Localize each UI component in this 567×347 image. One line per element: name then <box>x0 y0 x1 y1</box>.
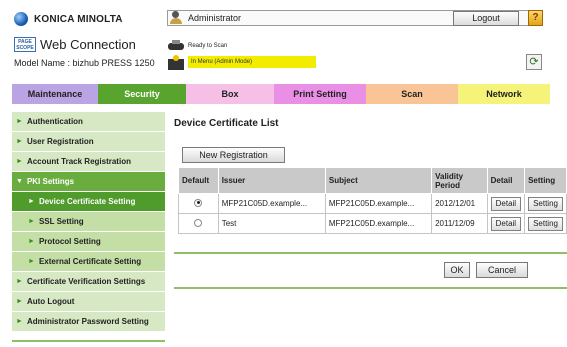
administrator-icon <box>170 11 184 25</box>
model-name: Model Name : bizhub PRESS 1250 <box>14 58 155 68</box>
setting-button[interactable]: Setting <box>528 196 563 211</box>
tab-print-setting[interactable]: Print Setting <box>274 84 366 104</box>
sidebar-item-label: External Certificate Setting <box>38 257 142 266</box>
sidebar-item-label: User Registration <box>26 137 94 146</box>
certificate-table: Default Issuer Subject Validity Period D… <box>178 167 567 234</box>
logout-button[interactable]: Logout <box>453 11 519 26</box>
setting-button[interactable]: Setting <box>528 216 563 231</box>
sidebar: ► Authentication ► User Registration ► A… <box>12 112 165 342</box>
sidebar-item-device-certificate-setting[interactable]: ► Device Certificate Setting <box>12 192 165 212</box>
chevron-right-icon: ► <box>16 158 23 165</box>
sidebar-item-pki-settings[interactable]: ▼ PKI Settings <box>12 172 165 192</box>
subject-cell: MFP21C05D.example... <box>324 193 433 214</box>
new-registration-button[interactable]: New Registration <box>182 147 285 163</box>
user-name: Administrator <box>188 13 242 23</box>
tab-box[interactable]: Box <box>186 84 274 104</box>
chevron-right-icon: ► <box>16 278 23 285</box>
column-header-default: Default <box>178 167 219 194</box>
table-row: MFP21C05D.example... MFP21C05D.example..… <box>178 193 567 214</box>
refresh-button[interactable]: ⟳ <box>526 54 542 70</box>
sidebar-item-user-registration[interactable]: ► User Registration <box>12 132 165 152</box>
sidebar-item-administrator-password-setting[interactable]: ► Administrator Password Setting <box>12 312 165 332</box>
column-header-detail: Detail <box>486 167 526 194</box>
tab-scan[interactable]: Scan <box>366 84 458 104</box>
tab-maintenance[interactable]: Maintenance <box>12 84 98 104</box>
chevron-right-icon: ► <box>16 298 23 305</box>
sidebar-item-label: Device Certificate Setting <box>38 197 136 206</box>
content-divider <box>174 252 567 254</box>
product-name: Web Connection <box>40 37 136 52</box>
sidebar-item-label: Administrator Password Setting <box>26 317 149 326</box>
scanner-status-text: Ready to Scan <box>188 43 228 49</box>
sidebar-item-external-certificate-setting[interactable]: ► External Certificate Setting <box>12 252 165 272</box>
validity-cell: 2012/12/01 <box>431 193 488 214</box>
setting-cell: Setting <box>524 193 567 214</box>
default-cell <box>178 213 219 234</box>
brand-name: KONICA MINOLTA <box>34 13 123 25</box>
detail-cell: Detail <box>486 193 526 214</box>
issuer-cell: Test <box>217 213 326 234</box>
printer-icon <box>168 40 184 52</box>
issuer-cell: MFP21C05D.example... <box>217 193 326 214</box>
column-header-subject: Subject <box>324 167 433 194</box>
mode-status-text: In Menu (Admin Mode) <box>188 56 316 68</box>
globe-icon <box>14 12 28 26</box>
mode-status: In Menu (Admin Mode) <box>168 54 316 70</box>
default-radio[interactable] <box>194 198 203 207</box>
chevron-right-icon: ► <box>28 238 35 245</box>
sidebar-item-certificate-verification-settings[interactable]: ► Certificate Verification Settings <box>12 272 165 292</box>
setting-cell: Setting <box>524 213 567 234</box>
column-header-issuer: Issuer <box>217 167 326 194</box>
column-header-validity-period: Validity Period <box>431 167 488 194</box>
chevron-right-icon: ► <box>16 118 23 125</box>
chevron-right-icon: ► <box>16 318 23 325</box>
ok-button[interactable]: OK <box>444 262 470 278</box>
header: KONICA MINOLTA PAGE SCOPE Web Connection… <box>0 0 567 80</box>
tab-security[interactable]: Security <box>98 84 186 104</box>
sidebar-item-auto-logout[interactable]: ► Auto Logout <box>12 292 165 312</box>
subject-cell: MFP21C05D.example... <box>324 213 433 234</box>
device-mode-icon <box>168 54 184 70</box>
web-connection-logo: PAGE SCOPE Web Connection <box>14 37 136 52</box>
cancel-button[interactable]: Cancel <box>476 262 528 278</box>
konica-minolta-logo: KONICA MINOLTA <box>14 12 123 26</box>
chevron-right-icon: ► <box>28 198 35 205</box>
main-tabs: Maintenance Security Box Print Setting S… <box>12 84 550 104</box>
detail-button[interactable]: Detail <box>490 196 522 211</box>
validity-cell: 2011/12/09 <box>431 213 488 234</box>
detail-button[interactable]: Detail <box>490 216 522 231</box>
chevron-right-icon: ► <box>16 138 23 145</box>
chevron-right-icon: ► <box>28 218 35 225</box>
detail-cell: Detail <box>486 213 526 234</box>
default-cell <box>178 193 219 214</box>
chevron-right-icon: ► <box>28 258 35 265</box>
sidebar-item-label: Authentication <box>26 117 83 126</box>
sidebar-item-label: SSL Setting <box>38 217 84 226</box>
sidebar-item-label: Certificate Verification Settings <box>26 277 146 286</box>
page-title: Device Certificate List <box>174 118 279 129</box>
column-header-setting: Setting <box>524 167 567 194</box>
chevron-down-icon: ▼ <box>16 178 23 185</box>
sidebar-item-label: PKI Settings <box>26 177 75 186</box>
sidebar-item-label: Protocol Setting <box>38 237 101 246</box>
sidebar-item-authentication[interactable]: ► Authentication <box>12 112 165 132</box>
table-row: Test MFP21C05D.example... 2011/12/09 Det… <box>178 213 567 234</box>
scanner-status: Ready to Scan <box>168 40 227 52</box>
refresh-icon: ⟳ <box>529 56 539 68</box>
sidebar-item-protocol-setting[interactable]: ► Protocol Setting <box>12 232 165 252</box>
sidebar-item-ssl-setting[interactable]: ► SSL Setting <box>12 212 165 232</box>
sidebar-item-label: Auto Logout <box>26 297 75 306</box>
table-header-row: Default Issuer Subject Validity Period D… <box>178 167 567 194</box>
sidebar-item-label: Account Track Registration <box>26 157 131 166</box>
sidebar-item-account-track-registration[interactable]: ► Account Track Registration <box>12 152 165 172</box>
tab-network[interactable]: Network <box>458 84 550 104</box>
help-button[interactable]: ? <box>528 10 543 26</box>
pagescope-logo: PAGE SCOPE <box>14 37 36 52</box>
content-divider <box>174 287 567 289</box>
sidebar-divider <box>12 332 165 342</box>
default-radio[interactable] <box>194 218 203 227</box>
